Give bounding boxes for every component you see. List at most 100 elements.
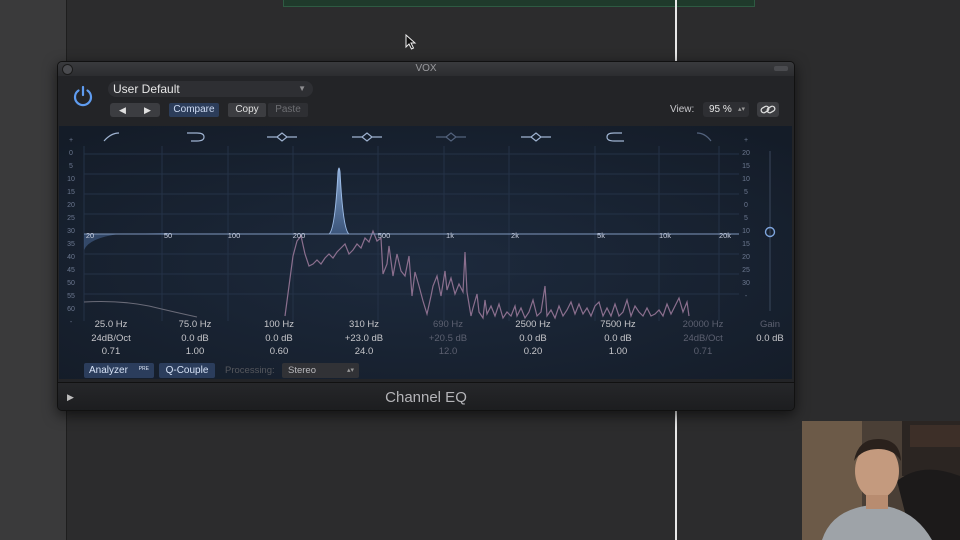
band-5-params[interactable]: 690 Hz +20.5 dB 12.0	[418, 318, 478, 359]
band-3-params[interactable]: 100 Hz 0.0 dB 0.60	[249, 318, 309, 359]
db-scale-label: 5	[744, 189, 748, 196]
frequency-label: 100	[228, 231, 241, 240]
band-8-params[interactable]: 20000 Hz 24dB/Oct 0.71	[673, 318, 733, 359]
db-scale-label: 5	[69, 163, 73, 170]
band-gain[interactable]: 0.0 dB	[588, 332, 648, 346]
db-scale-label: 25	[67, 215, 75, 222]
chevron-down-icon: ▼	[298, 84, 306, 93]
db-scale-label: 0	[744, 202, 748, 209]
channel-eq-window[interactable]: VOX User Default ▼ ◀ ▶ Compare Copy Past…	[57, 61, 795, 411]
db-scale-label: 60	[67, 306, 75, 313]
window-resize-button[interactable]	[774, 66, 788, 71]
previous-preset-button[interactable]: ◀	[110, 103, 135, 117]
db-scale-label: 20	[742, 254, 750, 261]
frequency-label: 20k	[719, 231, 731, 240]
frequency-label: 200	[293, 231, 306, 240]
db-scale-label: 30	[67, 228, 75, 235]
view-zoom-select[interactable]: 95 % ▴▾	[703, 102, 749, 117]
band-parameters: 25.0 Hz 24dB/Oct 0.71 75.0 Hz 0.0 dB 1.0…	[58, 318, 794, 366]
window-titlebar[interactable]: VOX	[58, 62, 794, 76]
db-scale-label: 30	[742, 280, 750, 287]
band-freq[interactable]: 100 Hz	[249, 318, 309, 332]
band-q[interactable]: 0.71	[673, 345, 733, 359]
paste-button[interactable]: Paste	[268, 103, 308, 117]
band-q[interactable]: 12.0	[418, 345, 478, 359]
db-scale-label: 10	[742, 228, 750, 235]
mouse-cursor-icon	[405, 34, 417, 50]
stepper-arrows-icon: ▴▾	[346, 367, 354, 374]
band-gain[interactable]: 0.0 dB	[503, 332, 563, 346]
analyzer-button[interactable]: Analyzer PRE	[84, 363, 154, 378]
db-scale-label: 15	[742, 163, 750, 170]
db-scale-label: 20	[742, 150, 750, 157]
band-freq[interactable]: 20000 Hz	[673, 318, 733, 332]
master-gain-label: Gain	[759, 319, 781, 330]
processing-label: Processing:	[225, 365, 275, 376]
db-scale-label: 15	[67, 189, 75, 196]
db-scale-label: 5	[744, 215, 748, 222]
db-scale-label: 0	[69, 150, 73, 157]
preset-menu[interactable]: User Default ▼	[108, 81, 313, 97]
band-7-params[interactable]: 7500 Hz 0.0 dB 1.00	[588, 318, 648, 359]
band-freq[interactable]: 25.0 Hz	[81, 318, 141, 332]
stepper-arrows-icon: ▴▾	[737, 106, 745, 113]
band-gain[interactable]: 24dB/Oct	[81, 332, 141, 346]
db-scale-label: 35	[67, 241, 75, 248]
preset-navigation: ◀ ▶	[110, 103, 160, 117]
db-scale-label: 40	[67, 254, 75, 261]
band-gain[interactable]: +20.5 dB	[418, 332, 478, 346]
db-scale-label: +	[744, 137, 748, 144]
band-freq[interactable]: 690 Hz	[418, 318, 478, 332]
band-freq[interactable]: 7500 Hz	[588, 318, 648, 332]
db-scale-label: 25	[742, 267, 750, 274]
frequency-label: 20	[86, 231, 94, 240]
band-gain[interactable]: +23.0 dB	[334, 332, 394, 346]
band-gain[interactable]: 0.0 dB	[165, 332, 225, 346]
band-q[interactable]: 1.00	[165, 345, 225, 359]
db-scale-label: 20	[67, 202, 75, 209]
link-icon	[760, 105, 776, 114]
plugin-footer: ▶ Channel EQ	[58, 382, 794, 410]
view-label: View:	[670, 104, 695, 115]
band-freq[interactable]: 75.0 Hz	[165, 318, 225, 332]
webcam-overlay	[802, 421, 960, 540]
frequency-label: 5k	[597, 231, 605, 240]
analyzer-label: Analyzer	[89, 365, 128, 376]
power-icon[interactable]	[71, 84, 95, 108]
compare-button[interactable]: Compare	[169, 103, 219, 117]
master-gain-params[interactable]: Gain 0.0 dB	[740, 318, 794, 346]
band-q[interactable]: 0.71	[81, 345, 141, 359]
band-q[interactable]: 0.20	[503, 345, 563, 359]
processing-select[interactable]: Stereo ▴▾	[282, 363, 359, 378]
db-scale-label: 15	[742, 241, 750, 248]
q-couple-button[interactable]: Q-Couple	[159, 363, 215, 378]
band-2-params[interactable]: 75.0 Hz 0.0 dB 1.00	[165, 318, 225, 359]
link-button[interactable]	[757, 102, 779, 117]
view-zoom-value: 95 %	[709, 104, 732, 115]
master-gain-value[interactable]: 0.0 dB	[740, 332, 794, 346]
preset-name: User Default	[113, 82, 180, 96]
band-4-params[interactable]: 310 Hz +23.0 dB 24.0	[334, 318, 394, 359]
band-gain[interactable]: 24dB/Oct	[673, 332, 733, 346]
band-freq[interactable]: 310 Hz	[334, 318, 394, 332]
frequency-label: 1k	[446, 231, 454, 240]
window-title: VOX	[415, 63, 437, 74]
plugin-name: Channel EQ	[385, 389, 467, 406]
band-gain[interactable]: 0.0 dB	[249, 332, 309, 346]
next-preset-button[interactable]: ▶	[135, 103, 160, 117]
band-freq[interactable]: 2500 Hz	[503, 318, 563, 332]
band-6-params[interactable]: 2500 Hz 0.0 dB 0.20	[503, 318, 563, 359]
band-q[interactable]: 1.00	[588, 345, 648, 359]
db-scale-label: 50	[67, 280, 75, 287]
db-scale-label: 10	[742, 176, 750, 183]
audio-region[interactable]	[283, 0, 755, 7]
band-q[interactable]: 24.0	[334, 345, 394, 359]
frequency-label: 2k	[511, 231, 519, 240]
frequency-label: 10k	[659, 231, 671, 240]
db-scale-label: 10	[67, 176, 75, 183]
band-q[interactable]: 0.60	[249, 345, 309, 359]
frequency-label: 500	[378, 231, 391, 240]
db-scale-label: 55	[67, 293, 75, 300]
band-1-params[interactable]: 25.0 Hz 24dB/Oct 0.71	[81, 318, 141, 359]
copy-button[interactable]: Copy	[228, 103, 266, 117]
